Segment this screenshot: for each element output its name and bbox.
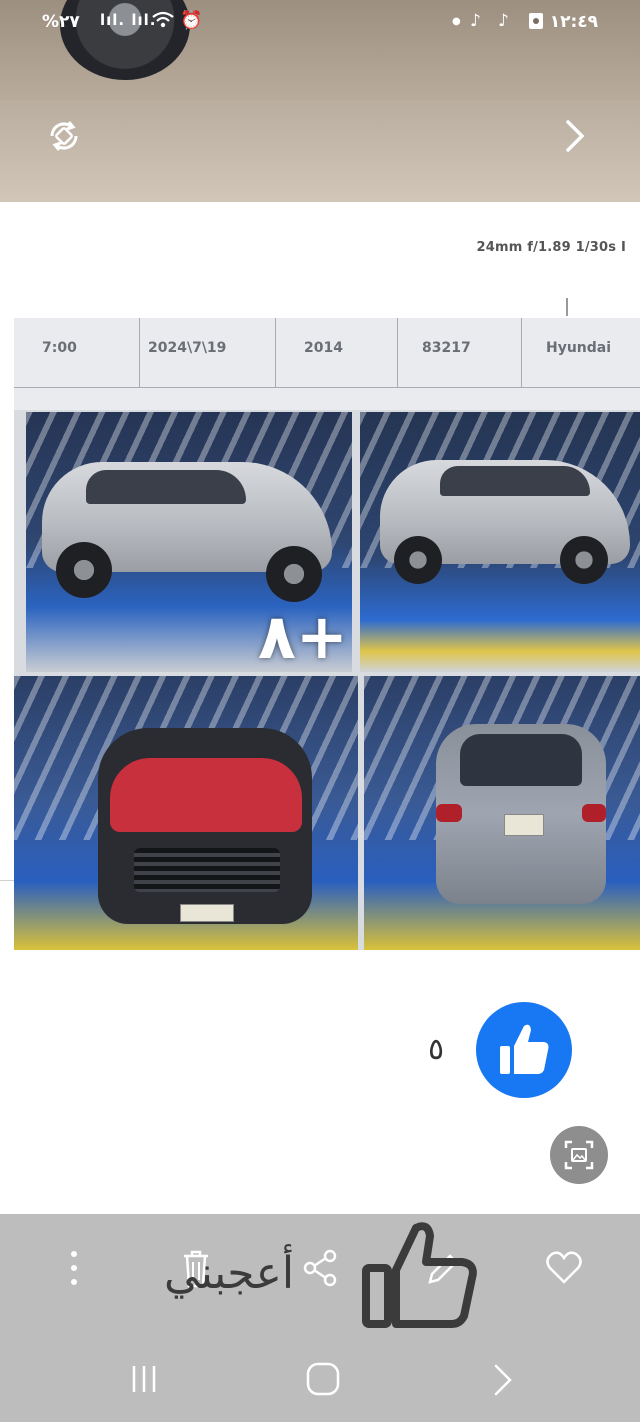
more-photos-count[interactable]: ٨+: [258, 600, 350, 673]
like-button[interactable]: [476, 1002, 572, 1098]
battery-level: %٢٧: [42, 12, 80, 32]
back-icon: [494, 1364, 512, 1396]
rear-window: [460, 734, 582, 786]
tiktok-icon: ♪: [498, 11, 509, 31]
cell-date: 2024\7\19: [148, 340, 227, 356]
divider-mark: [566, 298, 568, 316]
document-table-header: 7:00 2024\7\19 2014 83217 Hyundai: [14, 318, 640, 410]
table-cell: 7:00: [14, 318, 140, 388]
home-icon: [306, 1362, 340, 1396]
system-nav-bar: [0, 1338, 640, 1422]
car-wheel: [266, 546, 322, 602]
like-label: أعجبني: [164, 1248, 295, 1299]
photo-viewer-screen: %٢٧ lıl. lıl. ⏰ ● ♪ ♪ ١٢:٤٩ 24mm f/1.89 …: [0, 0, 640, 1422]
status-bar: %٢٧ lıl. lıl. ⏰ ● ♪ ♪ ١٢:٤٩: [0, 0, 640, 46]
photo-exif-info: 24mm f/1.89 1/30s I: [476, 240, 626, 255]
cell-year: 2014: [304, 340, 343, 356]
recents-button[interactable]: [122, 1358, 166, 1402]
thumbs-up-icon: [500, 1024, 549, 1074]
car-grille: [134, 848, 280, 892]
car-window: [86, 470, 246, 504]
car-window: [440, 466, 590, 496]
more-options-button[interactable]: [50, 1242, 98, 1294]
cell-make: Hyundai: [546, 340, 612, 356]
image-scan-icon: [564, 1140, 594, 1170]
cell-time: 7:00: [42, 340, 77, 356]
favorite-icon: [546, 1251, 582, 1284]
scan-text-button[interactable]: [550, 1126, 608, 1184]
car-wheel: [560, 536, 608, 584]
car-photo-front: [14, 676, 358, 950]
favorite-button[interactable]: [540, 1242, 588, 1294]
car-photo-rear: [364, 676, 640, 950]
ground-area: [0, 100, 640, 202]
wifi-icon: [152, 11, 174, 34]
car-photo-side-right: [360, 412, 640, 672]
license-plate: [504, 814, 544, 836]
table-cell: Hyundai: [522, 318, 640, 388]
chevron-right-icon: [566, 120, 585, 152]
thumbs-up-outline-icon: [362, 1222, 477, 1328]
cell-mileage: 83217: [422, 340, 471, 356]
more-options-icon: [71, 1251, 77, 1285]
car-wheel: [56, 542, 112, 598]
table-cell: 83217: [398, 318, 522, 388]
notification-dot-icon: ●: [452, 16, 461, 27]
table-cell: 2024\7\19: [140, 318, 276, 388]
like-overlay[interactable]: [356, 1218, 484, 1334]
signal-strength: lıl. lıl.: [100, 11, 157, 29]
home-button[interactable]: [300, 1358, 344, 1402]
car-hood: [110, 758, 302, 832]
tail-light: [436, 804, 462, 822]
rotate-button[interactable]: [42, 114, 86, 158]
next-photo-button[interactable]: [558, 114, 592, 158]
share-icon: [303, 1249, 337, 1287]
like-count[interactable]: ٥: [428, 1032, 444, 1067]
divider-line: [0, 880, 14, 881]
car-wheel: [394, 536, 442, 584]
table-cell: 2014: [276, 318, 398, 388]
license-plate: [180, 904, 234, 922]
gallery-icon: [528, 12, 544, 35]
recents-icon: [132, 1366, 156, 1392]
tail-light: [582, 804, 606, 822]
clock: ١٢:٤٩: [549, 12, 598, 32]
rotate-icon: [50, 121, 78, 151]
back-button[interactable]: [482, 1358, 526, 1402]
bottom-toolbar: [0, 1214, 640, 1338]
tiktok-icon: ♪: [470, 11, 481, 31]
share-button[interactable]: [296, 1242, 344, 1294]
alarm-icon: ⏰: [180, 10, 203, 31]
